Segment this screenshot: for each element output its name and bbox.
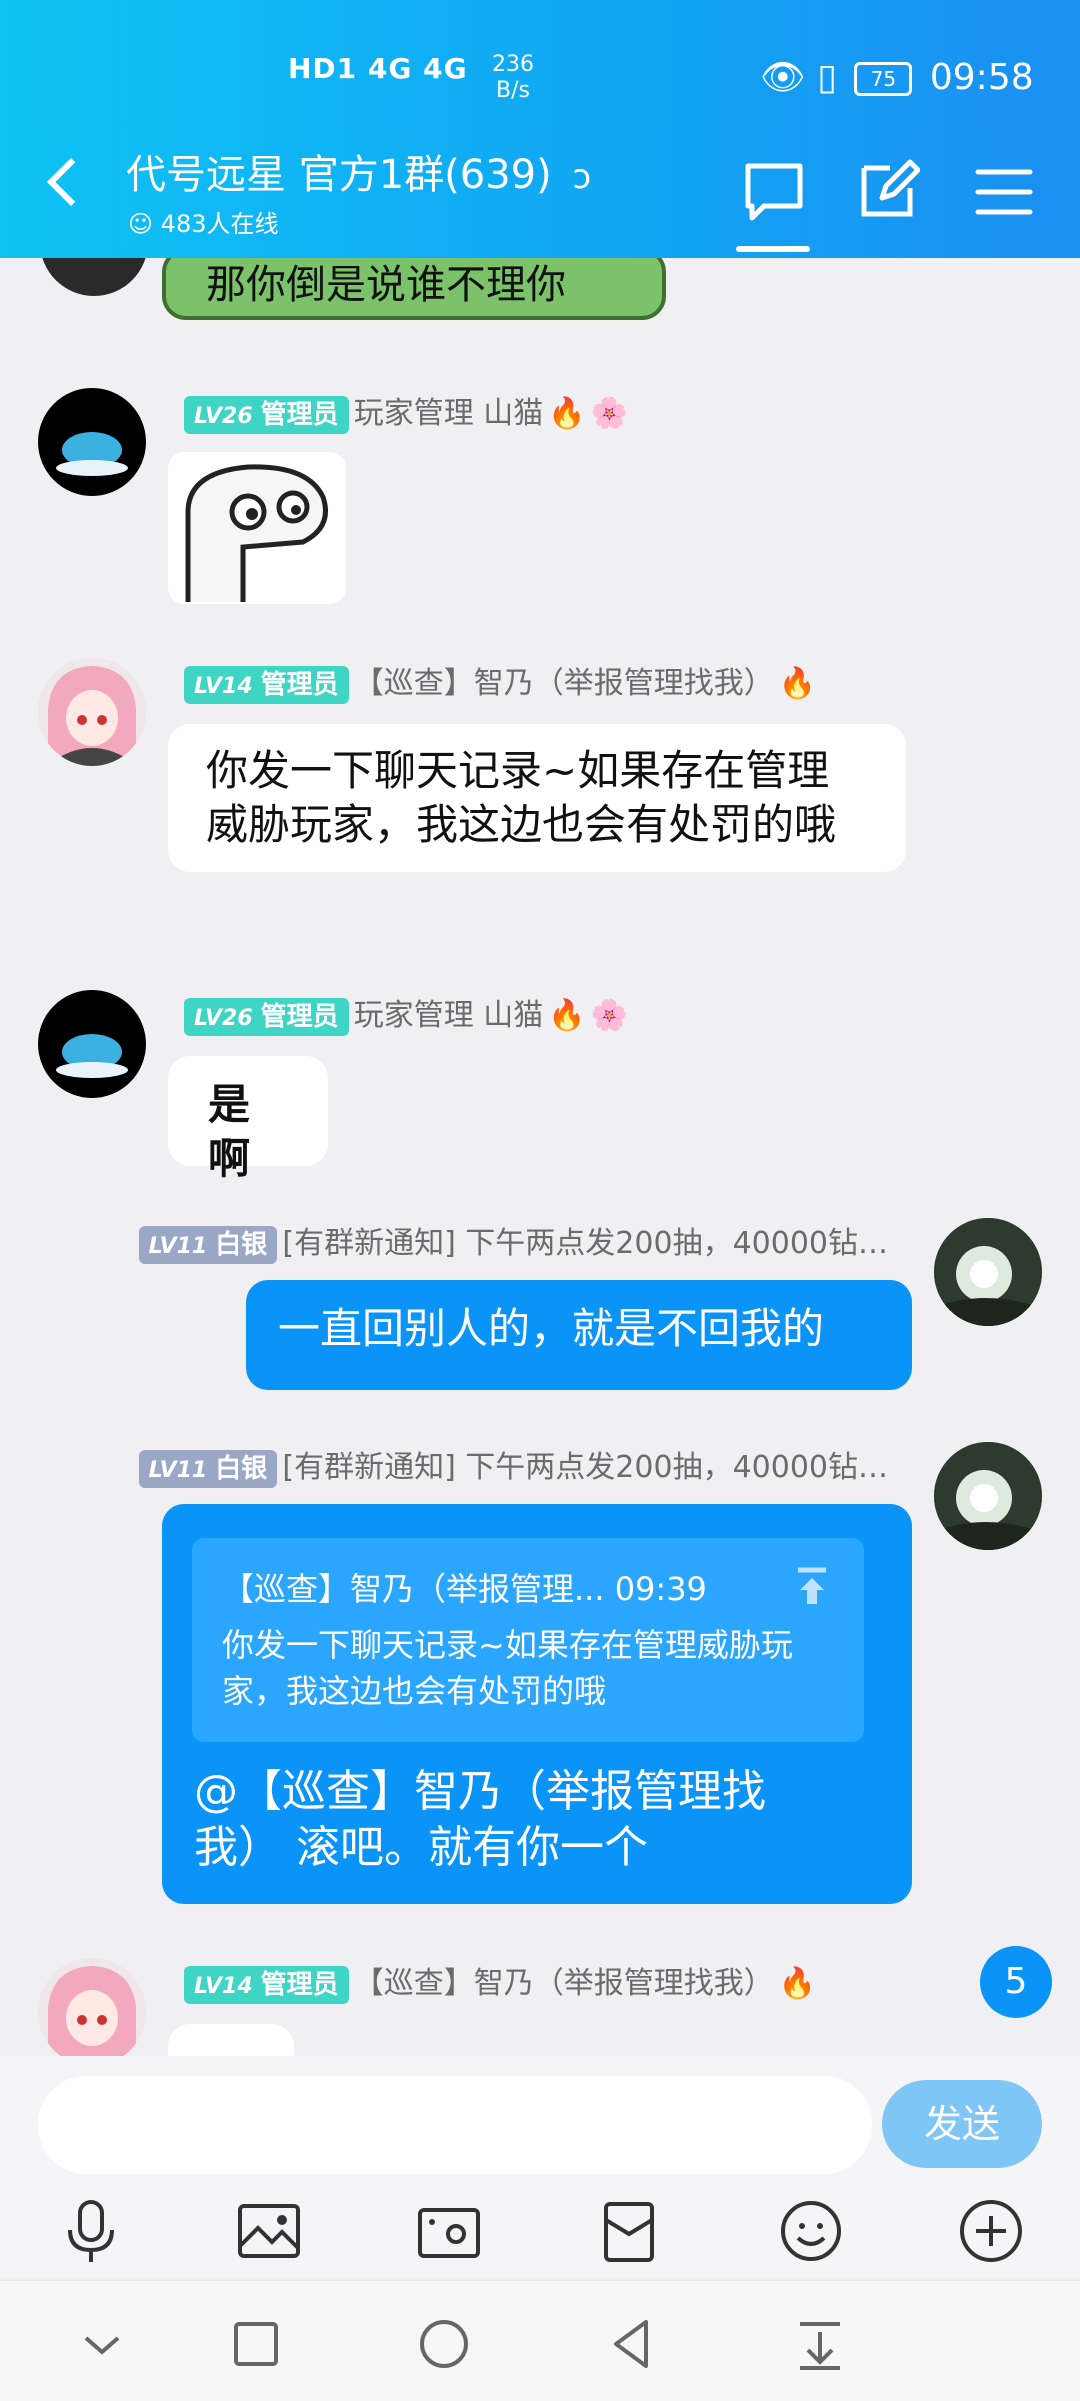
sender-name[interactable]: 玩家管理 山猫 xyxy=(354,998,544,1033)
quote-text: 你发一下聊天记录~如果存在管理威胁玩家，我这边也会有处罚的哦 xyxy=(222,1626,793,1710)
notification-pull-icon[interactable] xyxy=(790,2314,850,2374)
avatar[interactable] xyxy=(38,658,146,766)
anime-girl-avatar-icon xyxy=(38,1958,146,2056)
cat-avatar-icon xyxy=(56,432,128,476)
flower-icon: 🌸 xyxy=(590,396,629,431)
mic-icon[interactable] xyxy=(56,2196,126,2266)
ear-icon: ↄ xyxy=(572,157,592,197)
sunburst-avatar-icon xyxy=(934,1442,1042,1550)
chat-icon[interactable] xyxy=(742,160,806,224)
home-icon[interactable] xyxy=(414,2314,474,2374)
level-badge: LV26 管理员 xyxy=(184,396,349,434)
plus-icon[interactable] xyxy=(956,2196,1026,2266)
camera-icon[interactable] xyxy=(414,2196,484,2266)
menu-icon[interactable] xyxy=(972,160,1036,224)
tab-underline xyxy=(736,246,810,252)
jump-to-icon[interactable] xyxy=(792,1566,832,1606)
sender-name[interactable]: 【巡查】智乃（举报管理找我） xyxy=(354,666,774,701)
message-bubble[interactable] xyxy=(168,2024,294,2056)
avatar[interactable] xyxy=(38,1958,146,2056)
sender-name[interactable]: 玩家管理 山猫 xyxy=(354,396,544,431)
clock: 09:58 xyxy=(929,57,1034,98)
online-count-text: 483人在线 xyxy=(160,210,279,238)
recent-apps-icon[interactable] xyxy=(226,2314,286,2374)
online-icon: ☺ xyxy=(128,210,154,238)
message-text: @【巡查】智乃（举报管理找我） 滚吧。就有你一个 xyxy=(194,1766,766,1873)
sender-line: LV14 管理员 【巡查】智乃（举报管理找我） 🔥 xyxy=(184,1958,816,2004)
sticker-text[interactable]: 那你倒是说谁不理你 xyxy=(162,258,666,320)
group-title[interactable]: 代号远星 官方1群(639) ↄ xyxy=(126,142,591,200)
sender-line: LV11 白银 [有群新通知] 下午两点发200抽，40000钻… xyxy=(138,1442,888,1488)
avatar[interactable] xyxy=(38,388,146,496)
battery-icon: 75 xyxy=(854,62,913,96)
sender-name[interactable]: 【巡查】智乃（举报管理找我） xyxy=(354,1966,774,2001)
message-bubble[interactable]: 是啊 xyxy=(168,1056,328,1183)
network-speed: 236 B/s xyxy=(492,52,534,104)
level-badge: LV11 白银 xyxy=(138,1450,278,1488)
status-right: 👁 ▯ 75 09:58 xyxy=(760,56,1034,98)
level-badge: LV26 管理员 xyxy=(184,998,349,1036)
header-bar: HD1 4G 4G 236 B/s 👁 ▯ 75 09:58 代号远星 官方1群… xyxy=(0,0,1080,258)
fire-icon: 🔥 xyxy=(778,666,817,701)
chat-area[interactable]: 那你倒是说谁不理你 LV26 管理员 玩家管理 山猫 🔥 🌸 LV14 管理员 【 xyxy=(0,258,1080,2056)
avatar[interactable] xyxy=(934,1218,1042,1326)
meme-face-icon xyxy=(185,464,328,602)
quoted-reply[interactable]: 【巡查】智乃（举报管理... 09:39 你发一下聊天记录~如果存在管理威胁玩家… xyxy=(192,1538,864,1742)
sender-line: LV26 管理员 玩家管理 山猫 🔥 🌸 xyxy=(184,388,628,434)
send-button[interactable]: 发送 xyxy=(882,2080,1042,2168)
cat-avatar-icon xyxy=(56,1034,128,1078)
unread-count-badge[interactable]: 5 xyxy=(980,1946,1052,2018)
emoji-icon[interactable] xyxy=(776,2196,846,2266)
level-badge: LV11 白银 xyxy=(138,1226,278,1264)
sender-line: LV14 管理员 【巡查】智乃（举报管理找我） 🔥 xyxy=(184,658,816,704)
red-packet-icon[interactable] xyxy=(594,2196,664,2266)
message-bubble[interactable]: 你发一下聊天记录~如果存在管理威胁玩家，我这边也会有处罚的哦 xyxy=(168,724,906,872)
speed-unit: B/s xyxy=(496,78,530,103)
anime-girl-avatar-icon xyxy=(38,658,146,766)
eye-icon: 👁 xyxy=(760,57,806,98)
quote-header: 【巡查】智乃（举报管理... 09:39 xyxy=(222,1570,707,1608)
online-count: ☺ 483人在线 xyxy=(128,204,278,239)
message-input[interactable] xyxy=(38,2076,872,2174)
fire-icon: 🔥 xyxy=(548,998,586,1033)
back-arrow-icon[interactable] xyxy=(46,157,96,207)
vibrate-icon: ▯ xyxy=(817,57,837,98)
level-badge: LV14 管理员 xyxy=(184,1966,349,2004)
system-nav-bar xyxy=(0,2280,1080,2401)
avatar[interactable] xyxy=(934,1442,1042,1550)
collapse-icon[interactable] xyxy=(72,2314,132,2374)
sender-name[interactable]: [有群新通知] 下午两点发200抽，40000钻… xyxy=(282,1226,888,1261)
group-title-text: 代号远星 官方1群(639) xyxy=(126,152,552,198)
edit-icon[interactable] xyxy=(856,158,920,222)
flower-icon: 🌸 xyxy=(590,998,629,1033)
sticker-image[interactable] xyxy=(168,452,346,604)
sender-name[interactable]: [有群新通知] 下午两点发200抽，40000钻… xyxy=(282,1450,888,1485)
avatar[interactable] xyxy=(40,258,148,296)
sender-line: LV26 管理员 玩家管理 山猫 🔥 🌸 xyxy=(184,990,628,1036)
fire-icon: 🔥 xyxy=(778,1966,817,2001)
network-status: HD1 4G 4G xyxy=(288,52,468,85)
back-icon[interactable] xyxy=(602,2314,662,2374)
fire-icon: 🔥 xyxy=(548,396,586,431)
level-badge: LV14 管理员 xyxy=(184,666,349,704)
image-icon[interactable] xyxy=(234,2196,304,2266)
message-bubble[interactable]: 【巡查】智乃（举报管理... 09:39 你发一下聊天记录~如果存在管理威胁玩家… xyxy=(162,1504,912,1904)
speed-value: 236 xyxy=(492,52,534,77)
message-bubble[interactable]: 一直回别人的，就是不回我的 xyxy=(246,1280,912,1390)
sender-line: LV11 白银 [有群新通知] 下午两点发200抽，40000钻… xyxy=(138,1218,888,1264)
avatar[interactable] xyxy=(38,990,146,1098)
sunburst-avatar-icon xyxy=(934,1218,1042,1326)
